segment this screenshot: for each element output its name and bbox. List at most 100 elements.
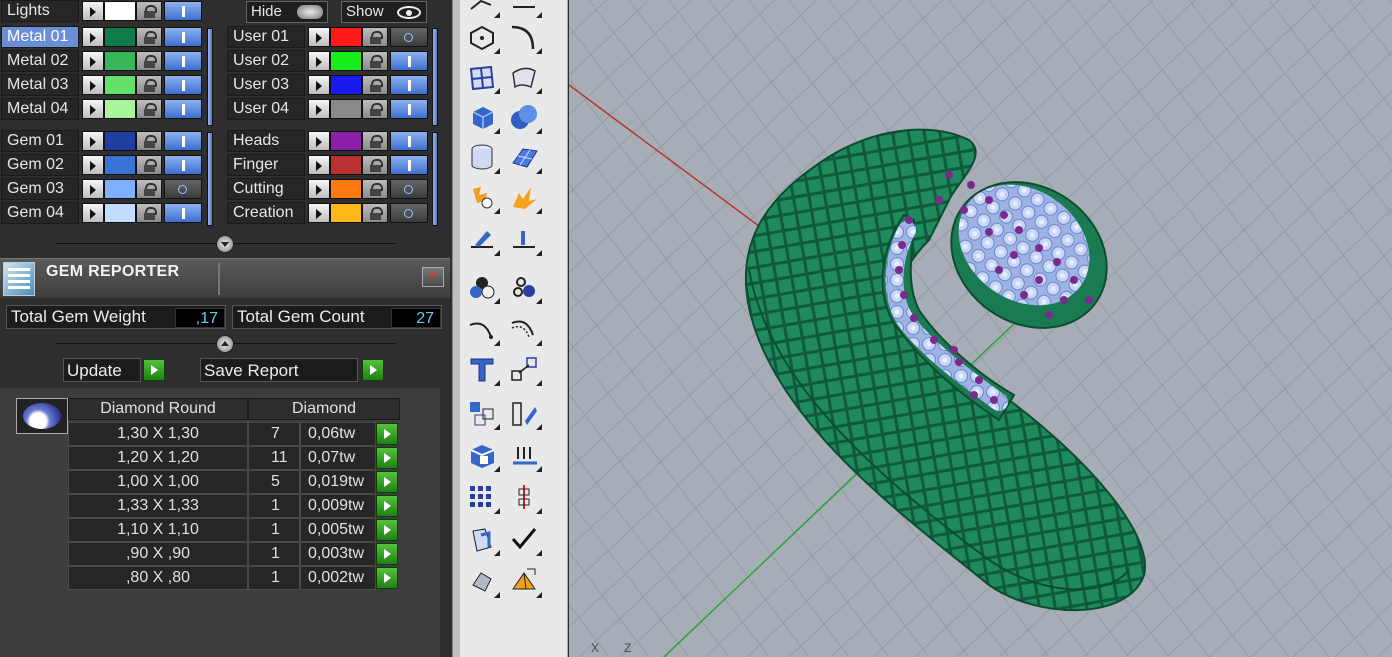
- ring-model[interactable]: [744, 128, 1147, 612]
- layer-color-swatch[interactable]: [330, 75, 362, 95]
- render-spheres-icon[interactable]: [464, 270, 500, 304]
- lock-icon[interactable]: [362, 155, 388, 175]
- lock-icon[interactable]: [362, 51, 388, 71]
- mirror-tool-icon[interactable]: [506, 396, 542, 430]
- play-icon[interactable]: [82, 75, 104, 95]
- visibility-toggle[interactable]: [164, 155, 202, 175]
- layer-name[interactable]: Metal 03: [1, 74, 79, 96]
- scrollbar-gem[interactable]: [207, 132, 213, 226]
- select-row-icon[interactable]: [376, 423, 398, 445]
- layer-name[interactable]: User 04: [227, 98, 305, 120]
- visibility-toggle[interactable]: [390, 131, 428, 151]
- visibility-toggle[interactable]: [390, 155, 428, 175]
- play-icon[interactable]: [82, 179, 104, 199]
- layer-name[interactable]: Metal 01: [1, 26, 79, 48]
- boolean-union-icon[interactable]: [506, 100, 542, 134]
- cylinder-icon[interactable]: [464, 140, 500, 174]
- visibility-toggle[interactable]: [164, 131, 202, 151]
- lock-icon[interactable]: [362, 203, 388, 223]
- layer-name[interactable]: Gem 02: [1, 154, 79, 176]
- surface-grid-icon[interactable]: [464, 60, 500, 94]
- visibility-toggle[interactable]: [164, 51, 202, 71]
- arc-tool-icon[interactable]: [464, 312, 500, 346]
- layer-color-swatch[interactable]: [330, 27, 362, 47]
- lock-icon[interactable]: [362, 27, 388, 47]
- visibility-toggle[interactable]: [164, 99, 202, 119]
- play-icon[interactable]: [82, 203, 104, 223]
- explode-icon[interactable]: [506, 180, 542, 214]
- layer-name[interactable]: Gem 03: [1, 178, 79, 200]
- lock-icon[interactable]: [136, 1, 162, 21]
- flatten-tool-icon[interactable]: [506, 222, 542, 256]
- select-row-icon[interactable]: [376, 519, 398, 541]
- save-report-go-icon[interactable]: [362, 359, 384, 381]
- hide-button[interactable]: Hide: [246, 1, 328, 23]
- scrollbar-user[interactable]: [432, 28, 438, 126]
- layer-color-swatch[interactable]: [104, 99, 136, 119]
- select-row-icon[interactable]: [376, 567, 398, 589]
- select-row-icon[interactable]: [376, 543, 398, 565]
- gem-wizard-icon[interactable]: [464, 180, 500, 214]
- close-icon[interactable]: ×: [422, 267, 444, 287]
- layer-name[interactable]: User 02: [227, 50, 305, 72]
- lock-icon[interactable]: [362, 99, 388, 119]
- extrude-solid-icon[interactable]: [464, 438, 500, 472]
- collapse-totals-button[interactable]: [216, 335, 234, 353]
- layer-color-swatch[interactable]: [104, 131, 136, 151]
- mesh-plane-icon[interactable]: [506, 140, 542, 174]
- layer-color-swatch[interactable]: [330, 203, 362, 223]
- scrollbar-special[interactable]: [432, 132, 438, 226]
- 3d-viewport[interactable]: X Z: [569, 0, 1392, 657]
- visibility-toggle[interactable]: [164, 203, 202, 223]
- layer-name[interactable]: Heads: [227, 130, 305, 152]
- grid-array-icon[interactable]: [464, 480, 500, 514]
- shell-tool-icon[interactable]: [464, 522, 500, 556]
- lock-icon[interactable]: [362, 75, 388, 95]
- text-tool-icon[interactable]: [464, 352, 500, 386]
- lock-icon[interactable]: [136, 27, 162, 47]
- cluster-spheres-icon[interactable]: [506, 270, 542, 304]
- array-tool-icon[interactable]: [464, 396, 500, 430]
- layer-name[interactable]: User 03: [227, 74, 305, 96]
- visibility-toggle[interactable]: [164, 27, 202, 47]
- visibility-toggle[interactable]: [390, 179, 428, 199]
- lock-icon[interactable]: [136, 75, 162, 95]
- select-row-icon[interactable]: [376, 447, 398, 469]
- viewport-canvas[interactable]: [569, 0, 1392, 657]
- project-tool-icon[interactable]: [464, 222, 500, 256]
- lock-icon[interactable]: [362, 179, 388, 199]
- panel-splitter[interactable]: [452, 0, 460, 657]
- polygon-tool-icon[interactable]: [464, 20, 500, 54]
- split-tool-icon[interactable]: [506, 480, 542, 514]
- lock-icon[interactable]: [136, 203, 162, 223]
- lock-icon[interactable]: [136, 99, 162, 119]
- layer-color-swatch[interactable]: [104, 51, 136, 71]
- play-icon[interactable]: [308, 27, 330, 47]
- lock-icon[interactable]: [136, 179, 162, 199]
- layer-color-swatch[interactable]: [104, 27, 136, 47]
- visibility-toggle[interactable]: [390, 203, 428, 223]
- play-icon[interactable]: [82, 51, 104, 71]
- visibility-toggle[interactable]: [390, 75, 428, 95]
- play-icon[interactable]: [82, 1, 104, 21]
- play-icon[interactable]: [82, 131, 104, 151]
- layer-color-swatch[interactable]: [104, 203, 136, 223]
- layer-color-swatch[interactable]: [104, 155, 136, 175]
- update-button[interactable]: Update: [63, 358, 141, 382]
- show-button[interactable]: Show: [341, 1, 427, 23]
- visibility-toggle[interactable]: [390, 99, 428, 119]
- visibility-toggle[interactable]: [164, 1, 202, 21]
- layer-color-swatch[interactable]: [104, 1, 136, 21]
- pyramid-gem-icon[interactable]: [506, 564, 542, 598]
- play-icon[interactable]: [308, 203, 330, 223]
- lock-icon[interactable]: [136, 155, 162, 175]
- lock-icon[interactable]: [136, 51, 162, 71]
- layer-name[interactable]: Finger: [227, 154, 305, 176]
- layer-color-swatch[interactable]: [330, 51, 362, 71]
- check-icon[interactable]: [506, 522, 542, 556]
- layer-color-swatch[interactable]: [104, 179, 136, 199]
- layer-name[interactable]: Gem 04: [1, 202, 79, 224]
- layer-name[interactable]: Creation: [227, 202, 305, 224]
- select-row-icon[interactable]: [376, 495, 398, 517]
- visibility-toggle[interactable]: [164, 179, 202, 199]
